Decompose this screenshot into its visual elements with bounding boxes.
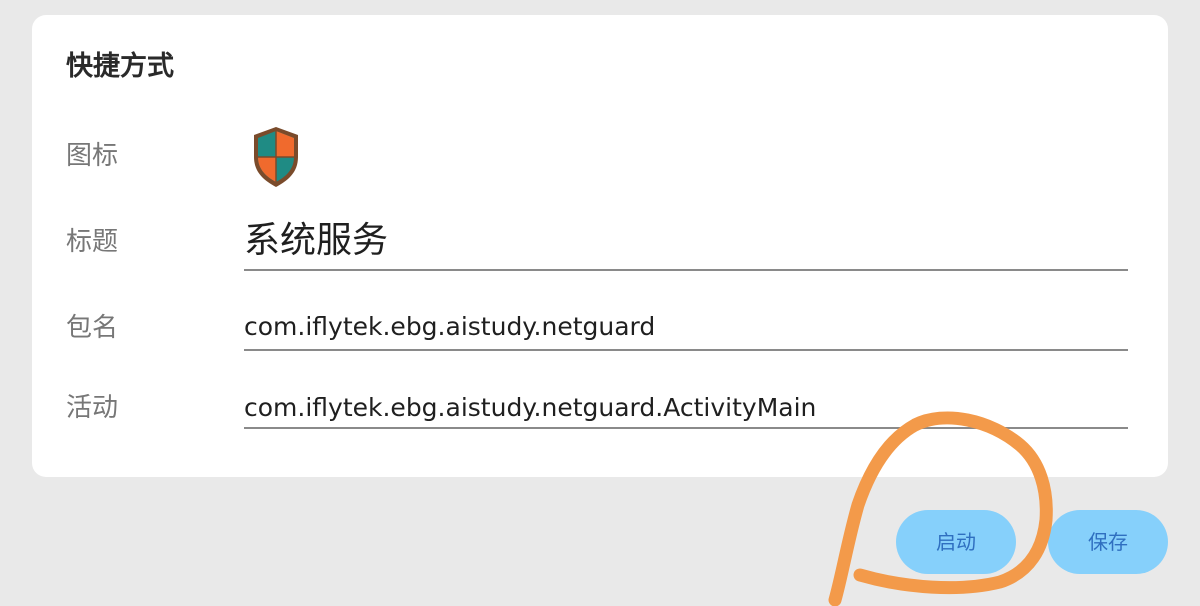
save-button[interactable]: 保存 xyxy=(1048,510,1168,574)
title-input-value: 系统服务 xyxy=(244,220,389,261)
package-input-value: com.iflytek.ebg.aistudy.netguard xyxy=(244,312,656,341)
activity-input-value: com.iflytek.ebg.aistudy.netguard.Activit… xyxy=(244,393,817,422)
shield-icon[interactable] xyxy=(250,125,302,189)
launch-button[interactable]: 启动 xyxy=(896,510,1016,574)
activity-label: 活动 xyxy=(66,393,119,423)
icon-label: 图标 xyxy=(66,141,119,171)
shortcut-card: 快捷方式 图标 标题 系统服务 包名 com.iflytek.ebg.aistu… xyxy=(32,15,1168,477)
package-input[interactable]: com.iflytek.ebg.aistudy.netguard xyxy=(244,305,1128,351)
card-title: 快捷方式 xyxy=(66,51,174,82)
package-label: 包名 xyxy=(66,313,119,343)
title-input[interactable]: 系统服务 xyxy=(244,211,1128,271)
activity-input[interactable]: com.iflytek.ebg.aistudy.netguard.Activit… xyxy=(244,387,1128,429)
title-label: 标题 xyxy=(66,227,119,257)
